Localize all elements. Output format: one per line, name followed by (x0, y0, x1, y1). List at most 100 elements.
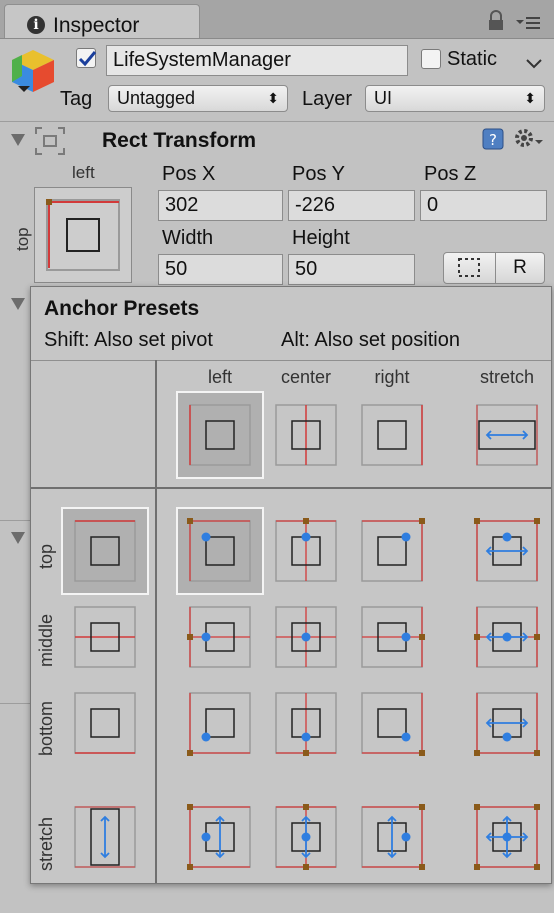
tab-bar: i Inspector (0, 0, 554, 39)
anchor-preset-middle-none[interactable] (61, 593, 149, 681)
anchor-preset-stretch-left[interactable] (176, 793, 264, 881)
anchor-preset-icon (275, 404, 337, 466)
anchor-preset-bottom-stretch[interactable] (463, 679, 551, 767)
anchor-preset-icon (476, 404, 538, 466)
anchor-preset-stretch-center[interactable] (262, 793, 350, 881)
anchor-preset-icon (275, 606, 337, 668)
anchor-preset-bottom-center[interactable] (262, 679, 350, 767)
pos-y-label: Pos Y (292, 163, 345, 185)
grid-h-divider (31, 487, 551, 489)
tab-menu-icon[interactable] (514, 14, 544, 30)
rect-transform-icon (32, 124, 68, 158)
anchor-preset-icon (74, 606, 136, 668)
anchor-preset-icon (361, 804, 425, 870)
anchor-preset-top-center[interactable] (262, 507, 350, 595)
anchor-preset-none-right[interactable] (348, 391, 436, 479)
anchor-preset-stretch-right[interactable] (348, 793, 436, 881)
tag-value: Untagged (117, 88, 196, 108)
anchor-preset-top-left[interactable] (176, 507, 264, 595)
svg-text:?: ? (489, 131, 497, 149)
pos-x-field[interactable]: 302 (158, 190, 283, 221)
raw-edit-button[interactable]: R (495, 252, 545, 284)
col-header-center: center (280, 367, 332, 387)
pos-y-field[interactable]: -226 (288, 190, 415, 221)
foldout-arrow-icon[interactable] (10, 530, 26, 546)
dotted-rect-icon (458, 258, 480, 277)
tag-dropdown[interactable]: Untagged ⬍ (108, 85, 288, 112)
width-field[interactable]: 50 (158, 254, 283, 285)
anchor-preset-button[interactable] (34, 187, 132, 283)
tab-title: Inspector (53, 14, 140, 37)
grid-v-divider (155, 360, 157, 883)
anchor-preset-icon (74, 520, 136, 582)
anchor-preset-icon (74, 806, 136, 868)
anchor-preset-none-center[interactable] (262, 391, 350, 479)
static-label: Static (447, 48, 498, 70)
divider (0, 520, 30, 521)
hint-shift: Shift: Also set pivot (44, 329, 213, 351)
anchor-preset-stretch-stretch[interactable] (463, 793, 551, 881)
height-field[interactable]: 50 (288, 254, 415, 285)
foldout-arrow-icon[interactable] (10, 132, 26, 148)
anchor-preset-icon (187, 606, 251, 668)
anchor-preset-middle-center[interactable] (262, 593, 350, 681)
anchor-preset-icon (474, 804, 540, 870)
anchor-preset-stretch-none[interactable] (61, 793, 149, 881)
object-name-field[interactable]: LifeSystemManager (106, 45, 408, 76)
anchor-preset-icon (474, 606, 540, 668)
anchor-preset-top-stretch[interactable] (463, 507, 551, 595)
updown-arrow-icon: ⬍ (267, 90, 279, 106)
static-dropdown-arrow-icon[interactable] (526, 56, 542, 69)
popup-title: Anchor Presets (44, 297, 200, 320)
anchor-preset-icon (275, 692, 337, 756)
divider (0, 121, 554, 122)
popup-divider (31, 360, 551, 361)
anchor-preset-icon (474, 518, 540, 582)
inspector-tab[interactable]: i Inspector (4, 4, 200, 38)
anchor-preset-icon (361, 404, 423, 466)
col-header-right: right (374, 367, 410, 387)
anchor-top-label: top (13, 227, 32, 251)
col-header-stretch: stretch (479, 367, 535, 387)
pos-z-field[interactable]: 0 (420, 190, 547, 221)
anchor-preset-icon (187, 804, 251, 870)
anchor-preset-middle-left[interactable] (176, 593, 264, 681)
row-header-stretch: stretch (36, 816, 56, 871)
pos-x-label: Pos X (162, 163, 216, 185)
anchor-preset-top-none[interactable] (61, 507, 149, 595)
gameobject-cube-icon (8, 46, 58, 96)
layer-value: UI (374, 88, 392, 108)
anchor-preset-none-left[interactable] (176, 391, 264, 479)
updown-arrow-icon: ⬍ (524, 90, 536, 106)
anchor-preset-middle-stretch[interactable] (463, 593, 551, 681)
width-label: Width (162, 227, 214, 249)
anchor-preset-bottom-none[interactable] (61, 679, 149, 767)
anchor-preset-bottom-right[interactable] (348, 679, 436, 767)
info-icon: i (27, 16, 45, 34)
foldout-arrow-icon[interactable] (10, 296, 26, 312)
lock-icon[interactable] (486, 10, 506, 32)
anchor-preset-icon (361, 606, 425, 668)
active-checkbox[interactable] (76, 48, 97, 68)
divider (0, 703, 30, 704)
anchor-preset-icon (361, 518, 425, 582)
tag-label: Tag (60, 88, 93, 110)
anchor-preset-top-right[interactable] (348, 507, 436, 595)
anchor-left-label: left (72, 163, 95, 182)
anchor-preset-icon (275, 804, 337, 870)
anchor-preset-icon (74, 692, 136, 754)
anchor-preset-middle-right[interactable] (348, 593, 436, 681)
anchor-preset-none-stretch[interactable] (463, 391, 551, 479)
static-checkbox[interactable] (421, 49, 441, 69)
hint-alt: Alt: Also set position (281, 329, 460, 351)
anchor-presets-popup: Anchor Presets Shift: Also set pivot Alt… (30, 286, 552, 884)
help-book-icon[interactable]: ? (481, 127, 505, 151)
blueprint-mode-button[interactable] (443, 252, 496, 284)
anchor-preset-icon (361, 692, 425, 756)
height-label: Height (292, 227, 350, 249)
raw-edit-label: R (513, 257, 527, 278)
anchor-preset-bottom-left[interactable] (176, 679, 264, 767)
gear-icon[interactable] (513, 126, 543, 152)
anchor-preset-icon (187, 692, 251, 756)
layer-dropdown[interactable]: UI ⬍ (365, 85, 545, 112)
